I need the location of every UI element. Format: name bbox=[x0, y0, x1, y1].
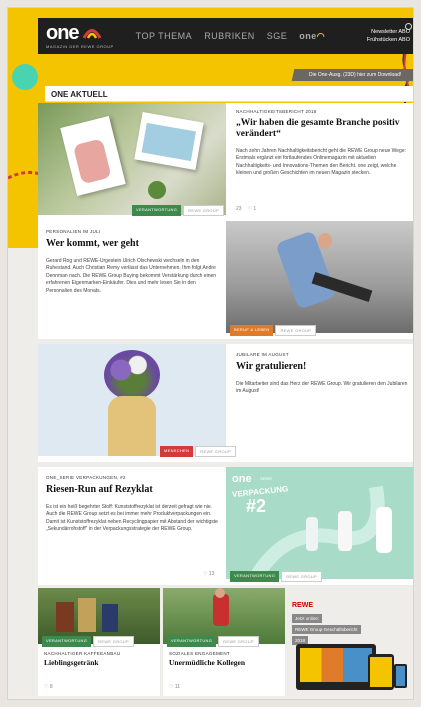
tag-row-c3: MENSCHEN REWE GROUP bbox=[160, 446, 237, 457]
tag-rewe-group[interactable]: REWE GROUP bbox=[195, 446, 237, 457]
article-kicker: ONE_SERIE VERPACKUNGEN, #2 bbox=[46, 475, 126, 480]
article-card-jubilare[interactable]: MENSCHEN REWE GROUP JUBILARE IM AUGUST W… bbox=[38, 344, 413, 462]
like-count[interactable]: ♡ 8 bbox=[44, 684, 53, 690]
tag-row-c5: VERANTWORTUNG REWE GROUP bbox=[42, 636, 134, 647]
article-card-nachhaltigkeit[interactable]: VERANTWORTUNG REWE GROUP NACHHALTIGKEITS… bbox=[38, 103, 413, 221]
phone-device bbox=[394, 664, 407, 688]
man-head bbox=[318, 233, 332, 249]
article-meta: ♡ 13 bbox=[203, 571, 214, 577]
article-headline[interactable]: Riesen-Run auf Rezyklat bbox=[46, 484, 222, 496]
nav-item-top-thema[interactable]: TOP THEMA bbox=[136, 31, 193, 42]
magazine-image bbox=[38, 103, 226, 215]
tag-row-c4: VERANTWORTUNG REWE GROUP bbox=[230, 571, 322, 582]
person-shoulders bbox=[108, 396, 156, 456]
tag-rewe-group[interactable]: REWE GROUP bbox=[93, 636, 134, 647]
search-icon[interactable] bbox=[405, 23, 412, 30]
nav-one-label: one bbox=[299, 30, 317, 41]
article-card-kollegen[interactable]: VERANTWORTUNG REWE GROUP SOZIALES ENGAGE… bbox=[163, 588, 285, 696]
fruhstuck-link[interactable]: Frühstücken ABO bbox=[367, 36, 410, 44]
magazine-cover-right bbox=[134, 111, 204, 171]
article-teaser: Es ist ein heiß begehrter Stoff: Kunstst… bbox=[46, 503, 218, 533]
logo-arc-icon bbox=[82, 29, 101, 39]
tag-rewe-group[interactable]: REWE GROUP bbox=[218, 636, 259, 647]
tablet-device bbox=[368, 654, 394, 690]
nav-item-one[interactable]: one◠ bbox=[299, 31, 325, 42]
article-kicker: JUBILARE IM AUGUST bbox=[236, 352, 289, 357]
section-title: ONE AKTUELL bbox=[45, 86, 413, 102]
tag-row-c6: VERANTWORTUNG REWE GROUP bbox=[167, 636, 259, 647]
tag-verantwortung[interactable]: VERANTWORTUNG bbox=[42, 636, 92, 647]
tag-menschen[interactable]: MENSCHEN bbox=[160, 446, 194, 457]
runner-head bbox=[215, 588, 225, 598]
one-logo[interactable]: one MAGAZIN DER REWE GROUP bbox=[46, 23, 114, 49]
article-card-lieblingsgetraenk[interactable]: VERANTWORTUNG REWE GROUP NACHHALTIGER KA… bbox=[38, 588, 160, 696]
like-count[interactable]: ♡ 11 bbox=[169, 684, 180, 690]
download-banner-text: Die One-Ausg. (23D) hier zum Download! bbox=[309, 72, 402, 78]
article-headline[interactable]: Unermüdliche Kollegen bbox=[169, 658, 281, 668]
nav-item-rubriken[interactable]: RUBRIKEN bbox=[204, 31, 255, 42]
like-count[interactable]: ♡ 1 bbox=[248, 206, 257, 212]
download-banner[interactable]: Die One-Ausg. (23D) hier zum Download! bbox=[291, 69, 413, 81]
bottle-1 bbox=[306, 517, 318, 551]
geschaeftsbericht-teaser[interactable]: REWE Jetzt online: REWE Group-Geschäftsb… bbox=[288, 588, 412, 696]
tag-rewe-group[interactable]: REWE GROUP bbox=[183, 205, 224, 216]
coffee-pack-1 bbox=[56, 602, 74, 632]
report-line-2: REWE Group-Geschäftsbericht bbox=[292, 625, 361, 634]
article-headline[interactable]: Lieblingsgetränk bbox=[44, 658, 156, 668]
subscription-links: Newsletter ABO Frühstücken ABO bbox=[367, 28, 410, 45]
laptop-device bbox=[296, 644, 376, 690]
bouquet-flowers bbox=[104, 350, 160, 400]
article-meta: ♡ 11 bbox=[169, 684, 180, 690]
article-kicker: NACHHALTIGKEITSBERICHT 2018 bbox=[236, 109, 317, 114]
verpackung-series-image: one SERIE VERPACKUNG #2 bbox=[226, 467, 413, 579]
runner-figure bbox=[213, 594, 229, 626]
logo-subtitle: MAGAZIN DER REWE GROUP bbox=[46, 44, 114, 49]
article-headline[interactable]: Wir gratulieren! bbox=[236, 361, 412, 373]
top-navigation-bar: one MAGAZIN DER REWE GROUP TOP THEMA RUB… bbox=[38, 18, 413, 54]
series-badge: one SERIE VERPACKUNG #2 bbox=[232, 473, 292, 529]
coffee-pack-2 bbox=[78, 598, 96, 632]
magazine-cover-left bbox=[60, 115, 126, 197]
article-card-rezyklat[interactable]: ONE_SERIE VERPACKUNGEN, #2 Riesen-Run au… bbox=[38, 467, 413, 585]
article-teaser: Gerard Rog und REWE-Urgestein Ulrich Ols… bbox=[46, 257, 217, 294]
badge-number: #2 bbox=[246, 496, 267, 516]
tag-verantwortung[interactable]: VERANTWORTUNG bbox=[230, 571, 280, 582]
logo-word: one bbox=[46, 22, 80, 44]
article-teaser: Nach zehn Jahren Nachhaltigkeitsbericht … bbox=[236, 147, 407, 177]
tag-rewe-group[interactable]: REWE GROUP bbox=[275, 325, 317, 336]
page-frame: one MAGAZIN DER REWE GROUP TOP THEMA RUB… bbox=[7, 7, 414, 700]
article-headline[interactable]: „Wir haben die gesamte Branche positiv v… bbox=[236, 118, 412, 140]
badge-serie: SERIE bbox=[260, 476, 273, 481]
article-meta: 23 ♡ 1 bbox=[236, 206, 256, 212]
bottle-2 bbox=[338, 511, 352, 551]
article-kicker: SOZIALES ENGAGEMENT bbox=[169, 651, 230, 656]
tag-beruf-leben[interactable]: BERUF & LEBEN bbox=[230, 325, 274, 336]
article-kicker: PERSONALIEN IM JULI bbox=[46, 229, 101, 234]
bottle-3 bbox=[376, 507, 392, 553]
rewe-logo: REWE bbox=[292, 602, 313, 609]
article-card-personalien[interactable]: PERSONALIEN IM JULI Wer kommt, wer geht … bbox=[38, 221, 413, 339]
comment-count[interactable]: 23 bbox=[236, 206, 242, 212]
nav-item-sge[interactable]: SGE bbox=[267, 31, 288, 42]
report-line-1: Jetzt online: bbox=[292, 614, 323, 623]
green-cup bbox=[148, 181, 166, 199]
tag-verantwortung[interactable]: VERANTWORTUNG bbox=[167, 636, 217, 647]
article-kicker: NACHHALTIGER KAFFEEANBAU bbox=[44, 651, 121, 656]
newsletter-link[interactable]: Newsletter ABO bbox=[367, 28, 410, 36]
nav-one-arc-icon: ◠ bbox=[316, 30, 326, 41]
tag-row-c2: BERUF & LEBEN REWE GROUP bbox=[230, 325, 317, 336]
article-meta: ♡ 8 bbox=[44, 684, 53, 690]
tag-row-c1: VERANTWORTUNG REWE GROUP bbox=[132, 205, 224, 216]
tag-rewe-group[interactable]: REWE GROUP bbox=[281, 571, 322, 582]
article-teaser: Die Mitarbeiter sind das Herz der REWE G… bbox=[236, 380, 408, 395]
main-nav: TOP THEMA RUBRIKEN SGE one◠ bbox=[136, 31, 325, 42]
teal-circle-decoration bbox=[12, 64, 38, 90]
coffee-pack-3 bbox=[102, 604, 118, 632]
laptop-screen bbox=[300, 648, 372, 682]
running-man-image bbox=[226, 221, 413, 333]
article-headline[interactable]: Wer kommt, wer geht bbox=[46, 238, 222, 250]
tag-verantwortung[interactable]: VERANTWORTUNG bbox=[132, 205, 182, 216]
flower-bouquet-image bbox=[38, 344, 226, 456]
like-count[interactable]: ♡ 13 bbox=[203, 571, 214, 577]
